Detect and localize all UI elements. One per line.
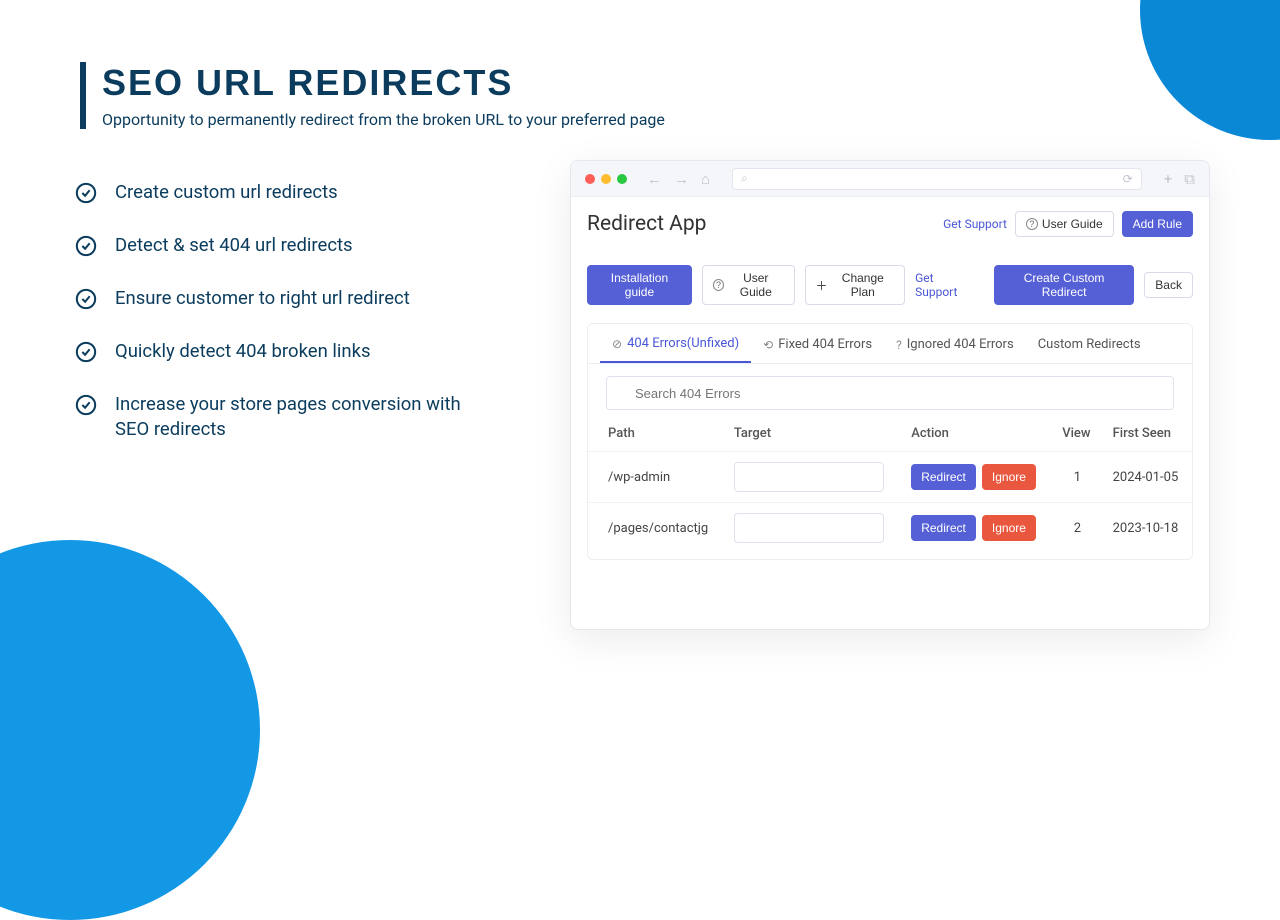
add-rule-button[interactable]: Add Rule — [1122, 211, 1193, 237]
address-bar[interactable]: ⌕ ⟳ — [732, 168, 1142, 190]
home-icon[interactable]: ⌂ — [701, 170, 710, 188]
table-row: /wp-admin RedirectIgnore 1 2024-01-05 — [588, 452, 1192, 503]
cell-view: 1 — [1052, 452, 1102, 503]
toolbar: Installation guide ? User Guide ＋Change P… — [587, 265, 1193, 305]
page-subtitle: Opportunity to permanently redirect from… — [102, 110, 665, 129]
table-row: /pages/contactjg RedirectIgnore 2 2023-1… — [588, 503, 1192, 554]
target-input[interactable] — [734, 513, 884, 543]
cell-first-seen: 2024-01-05 — [1103, 452, 1192, 503]
tabs: ⊘ 404 Errors(Unfixed) ⟲ Fixed 404 Errors ?… — [588, 324, 1192, 364]
feature-list: Create custom url redirects Detect & set… — [75, 180, 495, 470]
search-input[interactable] — [606, 376, 1174, 410]
decorative-blob-bottom — [0, 540, 260, 920]
check-icon — [75, 394, 97, 416]
col-view: View — [1052, 414, 1102, 452]
create-custom-redirect-button[interactable]: Create Custom Redirect — [994, 265, 1134, 305]
page-title: SEO URL REDIRECTS — [102, 62, 665, 104]
help-icon: ? — [713, 279, 724, 291]
tab-fixed-404[interactable]: ⟲ Fixed 404 Errors — [751, 324, 884, 363]
block-icon: ⊘ — [612, 337, 622, 351]
redirect-button[interactable]: Redirect — [911, 515, 976, 541]
cell-path: /wp-admin — [588, 452, 724, 503]
change-plan-label: Change Plan — [832, 271, 895, 299]
app-title: Redirect App — [587, 212, 706, 236]
tab-404-unfixed[interactable]: ⊘ 404 Errors(Unfixed) — [600, 324, 751, 363]
redirect-button[interactable]: Redirect — [911, 464, 976, 490]
check-icon — [75, 235, 97, 257]
browser-nav-icons: ← → ⌂ — [647, 170, 710, 188]
feature-item: Create custom url redirects — [75, 180, 495, 205]
feature-item: Quickly detect 404 broken links — [75, 339, 495, 364]
tab-label: 404 Errors(Unfixed) — [627, 336, 739, 351]
back-icon[interactable]: ← — [647, 170, 662, 188]
errors-panel: ⊘ 404 Errors(Unfixed) ⟲ Fixed 404 Errors ?… — [587, 323, 1193, 560]
browser-window: ← → ⌂ ⌕ ⟳ + ⧉ Redirect App Get Support ?… — [570, 160, 1210, 630]
col-first-seen: First Seen — [1103, 414, 1192, 452]
decorative-blob-top — [1140, 0, 1280, 140]
feature-text: Ensure customer to right url redirect — [115, 286, 410, 311]
feature-text: Quickly detect 404 broken links — [115, 339, 371, 364]
change-plan-button[interactable]: ＋Change Plan — [805, 265, 906, 305]
help-icon: ? — [896, 338, 902, 352]
feature-text: Create custom url redirects — [115, 180, 338, 205]
check-icon — [75, 288, 97, 310]
copy-icon[interactable]: ⧉ — [1184, 170, 1195, 188]
tab-label: Custom Redirects — [1038, 337, 1141, 352]
app-body: Redirect App Get Support ? User Guide Add… — [571, 197, 1209, 576]
window-maximize-icon[interactable] — [617, 174, 627, 184]
tab-custom-redirects[interactable]: Custom Redirects — [1026, 324, 1153, 363]
ignore-button[interactable]: Ignore — [982, 464, 1036, 490]
col-action: Action — [901, 414, 1052, 452]
window-close-icon[interactable] — [585, 174, 595, 184]
user-guide-button[interactable]: ? User Guide — [1015, 211, 1114, 237]
col-path: Path — [588, 414, 724, 452]
forward-icon[interactable]: → — [674, 170, 689, 188]
tab-label: Fixed 404 Errors — [778, 337, 872, 352]
feature-text: Increase your store pages conversion wit… — [115, 392, 495, 442]
get-support-link[interactable]: Get Support — [943, 217, 1007, 231]
installation-guide-button[interactable]: Installation guide — [587, 265, 692, 305]
user-guide-button-2[interactable]: ? User Guide — [702, 265, 795, 305]
ignore-button[interactable]: Ignore — [982, 515, 1036, 541]
get-support-link-2[interactable]: Get Support — [915, 271, 974, 299]
user-guide-label-2: User Guide — [728, 271, 783, 299]
back-button[interactable]: Back — [1144, 272, 1193, 298]
cell-path: /pages/contactjg — [588, 503, 724, 554]
window-minimize-icon[interactable] — [601, 174, 611, 184]
refresh-icon[interactable]: ⟳ — [1123, 172, 1133, 186]
search-icon: ⌕ — [741, 171, 748, 186]
app-header: Redirect App Get Support ? User Guide Add… — [587, 211, 1193, 237]
feature-item: Detect & set 404 url redirects — [75, 233, 495, 258]
browser-chrome: ← → ⌂ ⌕ ⟳ + ⧉ — [571, 161, 1209, 197]
headline-block: SEO URL REDIRECTS Opportunity to permane… — [80, 62, 665, 129]
cell-first-seen: 2023-10-18 — [1103, 503, 1192, 554]
col-target: Target — [724, 414, 901, 452]
new-tab-icon[interactable]: + — [1164, 170, 1173, 188]
check-icon — [75, 182, 97, 204]
check-icon — [75, 341, 97, 363]
feature-text: Detect & set 404 url redirects — [115, 233, 353, 258]
help-icon: ? — [1026, 218, 1038, 230]
plus-icon: ＋ — [816, 277, 828, 294]
target-input[interactable] — [734, 462, 884, 492]
errors-table: Path Target Action View First Seen /wp-a… — [588, 414, 1192, 553]
feature-item: Ensure customer to right url redirect — [75, 286, 495, 311]
feature-item: Increase your store pages conversion wit… — [75, 392, 495, 442]
user-guide-label: User Guide — [1042, 217, 1103, 231]
tab-label: Ignored 404 Errors — [907, 337, 1014, 352]
link-icon: ⟲ — [763, 338, 773, 352]
cell-view: 2 — [1052, 503, 1102, 554]
tab-ignored-404[interactable]: ? Ignored 404 Errors — [884, 324, 1026, 363]
